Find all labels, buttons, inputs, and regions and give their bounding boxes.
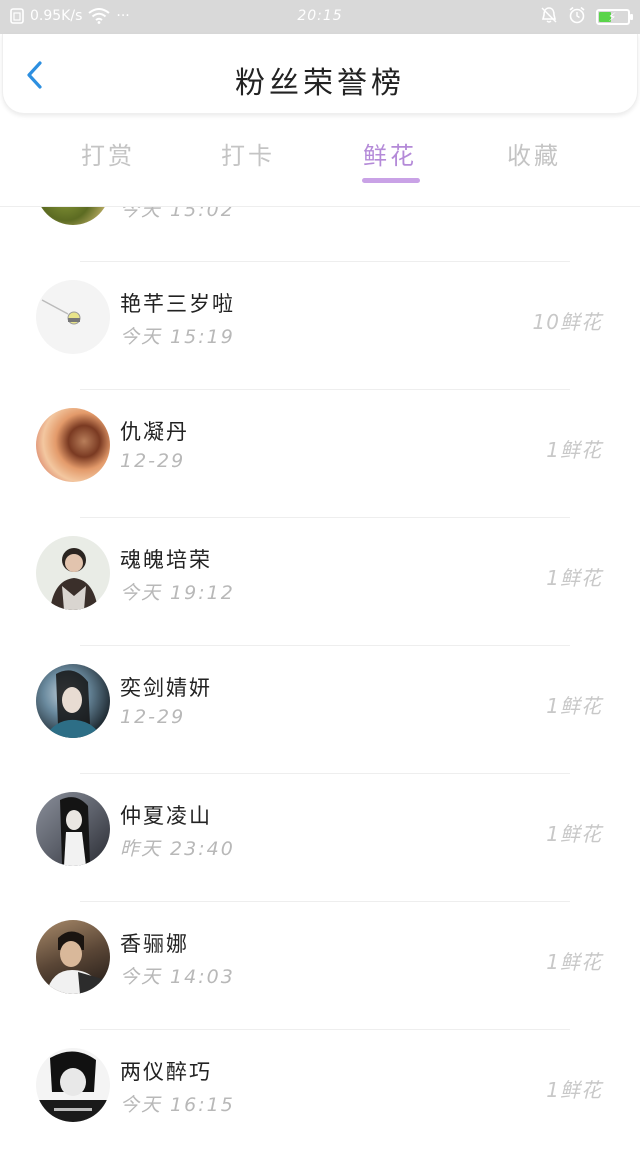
flower-count: 1鲜花 bbox=[546, 566, 602, 590]
list-item-time: 12-29 bbox=[120, 706, 186, 728]
list-item[interactable]: 仲夏凌山 昨天 23:40 1鲜花 bbox=[0, 774, 640, 902]
list-item-name: 艳芊三岁啦 bbox=[120, 292, 235, 316]
list-item-name: 魂魄培荣 bbox=[120, 548, 212, 572]
list-item[interactable]: 两仪醉巧 今天 16:15 1鲜花 bbox=[0, 1030, 640, 1158]
list-item-name: 仇凝丹 bbox=[120, 420, 189, 444]
fan-list: 今天 15:02 艳芊三岁啦 今天 15:19 10鲜花 仇凝丹 12-29 1… bbox=[0, 0, 640, 1138]
list-item-time: 今天 19:12 bbox=[120, 582, 235, 604]
list-item-time: 昨天 23:40 bbox=[120, 838, 235, 860]
list-item-name: 香骊娜 bbox=[120, 932, 189, 956]
list-item[interactable]: 魂魄培荣 今天 19:12 1鲜花 bbox=[0, 518, 640, 646]
flower-count: 1鲜花 bbox=[546, 1078, 602, 1102]
list-item-time: 今天 14:03 bbox=[120, 966, 235, 988]
flower-count: 1鲜花 bbox=[546, 822, 602, 846]
flower-count: 1鲜花 bbox=[546, 694, 602, 718]
flower-count: 1鲜花 bbox=[546, 950, 602, 974]
avatar bbox=[36, 280, 110, 354]
list-item[interactable]: 奕剑婧妍 12-29 1鲜花 bbox=[0, 646, 640, 774]
avatar bbox=[36, 792, 110, 866]
list-item-time: 今天 15:19 bbox=[120, 326, 235, 348]
list-item-name: 仲夏凌山 bbox=[120, 804, 212, 828]
list-item[interactable]: 香骊娜 今天 14:03 1鲜花 bbox=[0, 902, 640, 1030]
list-item-partial-visible: 今天 15:02 bbox=[0, 207, 640, 227]
list-item[interactable]: 仇凝丹 12-29 1鲜花 bbox=[0, 390, 640, 518]
avatar bbox=[36, 207, 110, 225]
list-item-time: 今天 15:02 bbox=[120, 207, 235, 221]
list-item-time: 12-29 bbox=[120, 450, 186, 472]
list-item-partial[interactable] bbox=[0, 146, 640, 206]
list-item-time: 今天 16:15 bbox=[120, 1094, 235, 1116]
avatar bbox=[36, 920, 110, 994]
avatar bbox=[36, 408, 110, 482]
list-item-name: 两仪醉巧 bbox=[120, 1060, 212, 1084]
flower-count: 10鲜花 bbox=[532, 310, 602, 334]
avatar bbox=[36, 664, 110, 738]
flower-count: 1鲜花 bbox=[546, 438, 602, 462]
avatar bbox=[36, 1048, 110, 1122]
avatar bbox=[36, 536, 110, 610]
list-item-name: 奕剑婧妍 bbox=[120, 676, 212, 700]
list-item[interactable]: 艳芊三岁啦 今天 15:19 10鲜花 bbox=[0, 262, 640, 390]
